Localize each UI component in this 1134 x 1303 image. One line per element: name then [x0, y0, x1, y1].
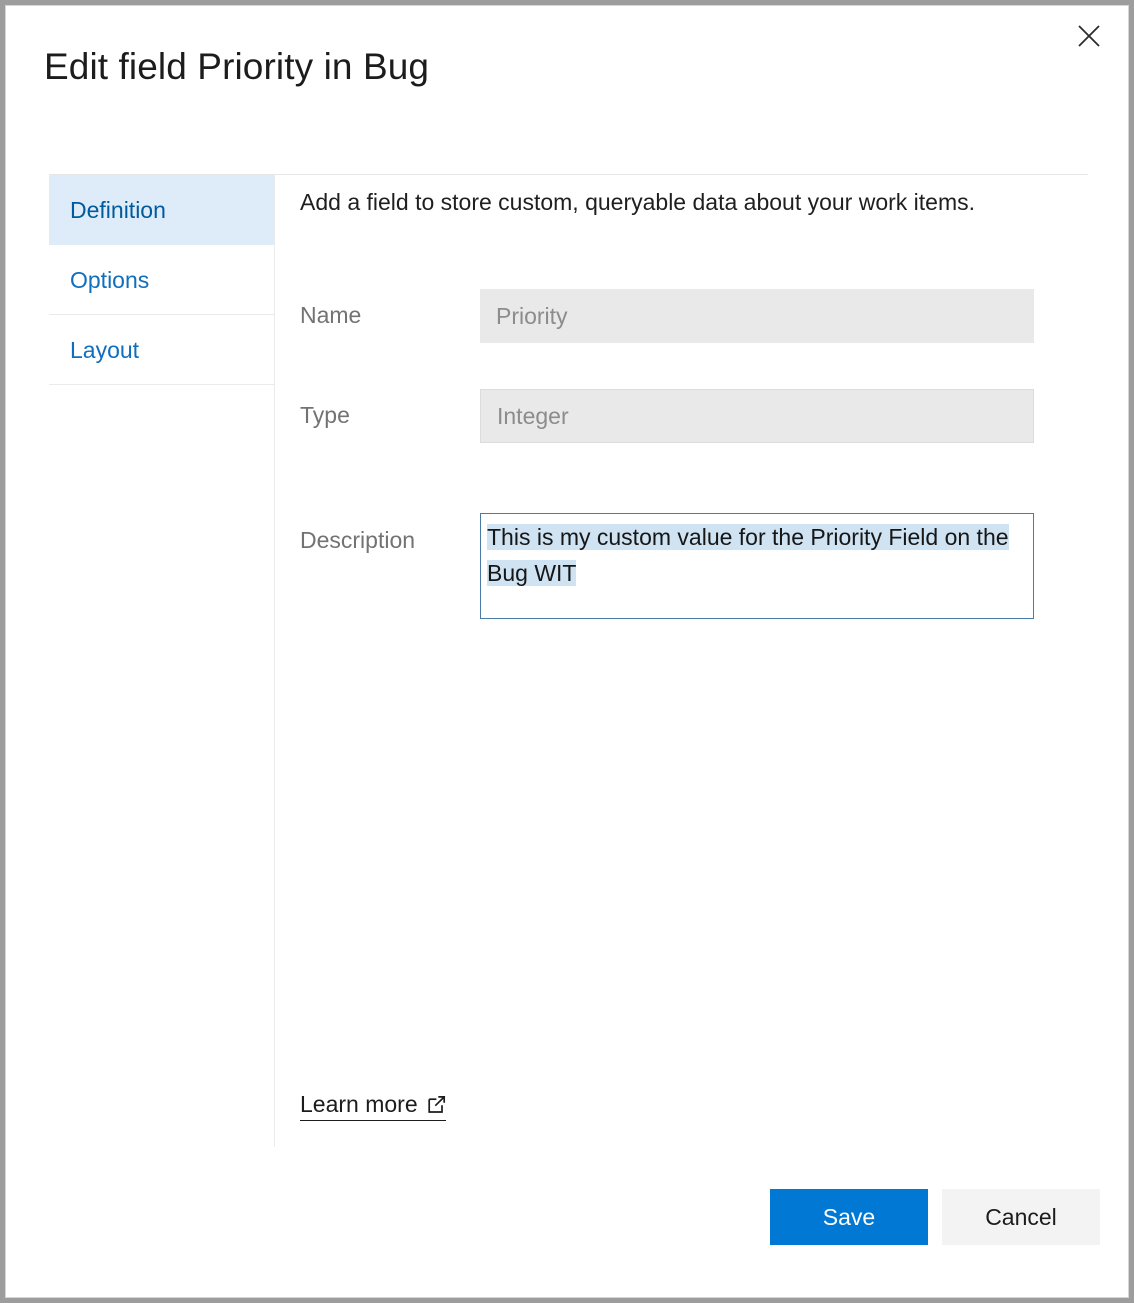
tab-options-label: Options [70, 267, 149, 293]
dialog-header: Edit field Priority in Bug [6, 6, 1128, 148]
description-text-content: This is my custom value for the Priority… [487, 519, 1015, 591]
tab-definition[interactable]: Definition [49, 175, 274, 245]
description-textarea[interactable]: This is my custom value for the Priority… [480, 513, 1034, 619]
description-control: This is my custom value for the Priority… [480, 513, 1034, 619]
type-label: Type [300, 402, 350, 429]
type-input[interactable] [480, 389, 1034, 443]
learn-more-label: Learn more [300, 1091, 418, 1118]
close-icon [1076, 23, 1102, 49]
name-label: Name [300, 302, 361, 329]
description-label: Description [300, 527, 415, 554]
cancel-button[interactable]: Cancel [942, 1189, 1100, 1245]
tab-definition-label: Definition [70, 197, 166, 223]
tab-list: Definition Options Layout [49, 175, 274, 385]
description-selected-text: This is my custom value for the Priority… [487, 524, 1009, 586]
save-button[interactable]: Save [770, 1189, 928, 1245]
pane-description: Add a field to store custom, queryable d… [300, 189, 975, 216]
tab-layout-label: Layout [70, 337, 139, 363]
definition-pane: Add a field to store custom, queryable d… [275, 175, 1128, 1147]
tab-layout[interactable]: Layout [49, 315, 274, 385]
type-control [480, 389, 1034, 443]
tab-options[interactable]: Options [49, 245, 274, 315]
name-input[interactable] [480, 289, 1034, 343]
page-title: Edit field Priority in Bug [44, 46, 429, 88]
learn-more-link[interactable]: Learn more [300, 1091, 446, 1121]
dialog-footer: Save Cancel [6, 1147, 1128, 1297]
edit-field-dialog: Edit field Priority in Bug Definition Op… [5, 5, 1129, 1298]
external-link-icon [427, 1095, 446, 1114]
close-button[interactable] [1066, 13, 1112, 59]
name-control [480, 289, 1034, 343]
dialog-body: Definition Options Layout Add a field to… [6, 148, 1128, 1147]
